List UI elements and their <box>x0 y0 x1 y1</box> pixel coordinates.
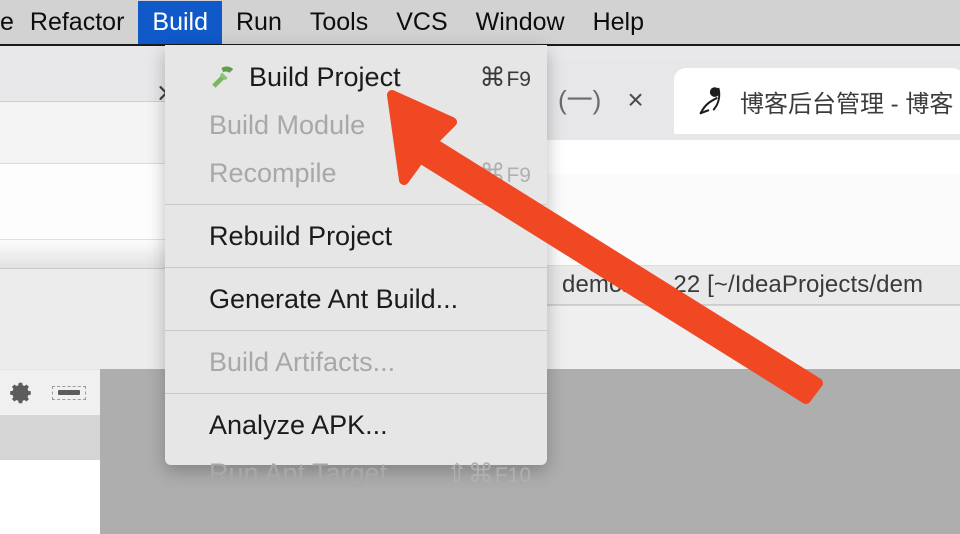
shortcut-key: F9 <box>506 163 531 187</box>
menu-option-build-module: Build Module <box>165 101 547 149</box>
window-controls: (一) × <box>546 60 676 140</box>
close-button[interactable]: × <box>627 86 643 114</box>
menu-separator <box>165 330 547 331</box>
menu-option-shortcut: ⌘ F9 <box>479 62 531 93</box>
menu-item-run[interactable]: Run <box>222 5 296 41</box>
menu-option-generate-ant-build[interactable]: Generate Ant Build... <box>165 275 547 323</box>
build-dropdown-menu: Build Project ⌘ F9 Build Module Recompile… <box>165 45 547 488</box>
hammer-icon <box>209 63 237 91</box>
menu-separator <box>165 204 547 205</box>
gear-glyph <box>10 382 31 403</box>
browser-tab-title: 博客后台管理 - 博客 <box>740 90 954 118</box>
menu-option-label: Rebuild Project <box>209 220 393 251</box>
hide-glyph <box>58 390 80 395</box>
browser-content-strip-3 <box>545 305 960 369</box>
menu-option-label: Run Ant Target <box>209 457 388 488</box>
shortcut-symbol: ⇧⌘ <box>457 157 506 188</box>
gear-icon[interactable] <box>8 380 34 406</box>
menu-option-build-artifacts: Build Artifacts... <box>165 338 547 386</box>
blog-logo-icon <box>696 85 726 117</box>
menu-item-build[interactable]: Build <box>138 1 222 45</box>
menu-separator <box>165 267 547 268</box>
menu-option-build-project[interactable]: Build Project ⌘ F9 <box>165 53 547 101</box>
hammer-glyph <box>212 66 234 88</box>
minimize-button[interactable]: (一) <box>558 87 601 113</box>
menu-option-analyze-apk[interactable]: Analyze APK... <box>165 401 547 449</box>
blog-logo-glyph <box>699 87 721 115</box>
shortcut-symbol: ⌘ <box>479 61 506 92</box>
ide-menu-bar: e Refactor Build Run Tools VCS Window He… <box>0 0 960 45</box>
browser-content-strip-1 <box>545 140 960 174</box>
ide-bottom-white <box>0 460 100 534</box>
menu-option-run-ant-target: Run Ant Target ⇧⌘ F10 <box>165 449 547 497</box>
menu-option-shortcut: ⇧⌘ F10 <box>446 458 531 489</box>
menu-item-help[interactable]: Help <box>579 5 658 41</box>
project-path-label: demo22…22 [~/IdeaProjects/dem <box>562 271 924 298</box>
shortcut-key: F9 <box>506 67 531 91</box>
status-bar <box>0 369 100 415</box>
menu-option-label: Recompile <box>209 157 337 188</box>
menu-item-refactor[interactable]: Refactor <box>16 5 138 41</box>
screenshot-root: demo22…22 [~/IdeaProjects/dem (一) × 博客后台… <box>0 0 960 534</box>
menu-option-label: Generate Ant Build... <box>209 283 459 314</box>
browser-content-strip-2 <box>545 174 960 266</box>
menu-item-tools[interactable]: Tools <box>296 5 382 41</box>
menu-option-recompile: Recompile ⇧⌘ F9 <box>165 149 547 197</box>
hide-icon[interactable] <box>52 385 86 400</box>
project-path-strip: demo22…22 [~/IdeaProjects/dem <box>546 265 960 305</box>
shortcut-key: F10 <box>494 463 531 487</box>
menu-item-vcs[interactable]: VCS <box>382 5 461 41</box>
menu-option-label: Analyze APK... <box>209 409 388 440</box>
menu-option-shortcut: ⇧⌘ F9 <box>458 158 531 189</box>
menu-item-truncated[interactable]: e <box>0 5 16 41</box>
shortcut-symbol: ⇧⌘ <box>446 457 494 488</box>
menu-option-rebuild-project[interactable]: Rebuild Project <box>165 212 547 260</box>
menu-option-label: Build Artifacts... <box>209 346 396 377</box>
browser-tab[interactable]: 博客后台管理 - 博客 <box>674 68 960 134</box>
menu-separator <box>165 393 547 394</box>
browser-window-fragment: (一) × 博客后台管理 - 博客 <box>545 60 960 140</box>
menu-item-window[interactable]: Window <box>462 5 579 41</box>
ide-bottom-gray <box>0 415 100 460</box>
menu-option-label: Build Project <box>249 61 401 92</box>
menu-option-label: Build Module <box>209 109 366 140</box>
